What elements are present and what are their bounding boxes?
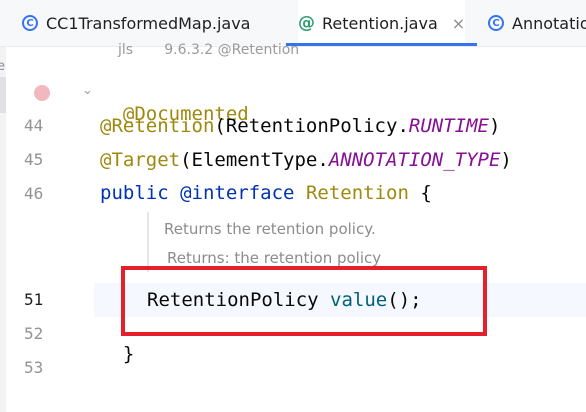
fold-chevron-icon[interactable]: ⌄ <box>82 83 93 98</box>
code-line-44[interactable]: @Retention(RetentionPolicy.RUNTIME) <box>100 115 500 137</box>
code-line-46[interactable]: public @interface Retention { <box>100 182 432 204</box>
keyword-token: public <box>100 182 169 204</box>
type-token: ElementType <box>191 149 318 171</box>
line-number-current: 51 <box>24 290 44 309</box>
class-icon: C <box>488 15 504 31</box>
tab-label: CC1TransformedMap.java <box>46 13 251 33</box>
class-icon: C <box>22 15 38 31</box>
paren-token: ( <box>180 149 192 171</box>
line-number: 46 <box>24 184 44 203</box>
paren-token: ( <box>214 115 226 137</box>
paren-token: ) <box>500 149 512 171</box>
javadoc-line: Returns the retention policy. <box>164 220 376 238</box>
annotation-token: @Retention <box>100 115 215 137</box>
line-number: 52 <box>24 324 44 343</box>
type-token: RetentionPolicy <box>225 115 398 137</box>
constant-token: RUNTIME <box>408 115 489 137</box>
brace-token: { <box>420 182 432 204</box>
type-name-token: Retention <box>305 182 409 204</box>
annotation-icon: @ <box>298 12 315 33</box>
keyword-token: @interface <box>180 182 295 204</box>
breakpoint-icon[interactable] <box>34 85 50 101</box>
tab-label: Annotatio <box>512 13 586 33</box>
tab-retention[interactable]: @ Retention.java × <box>285 0 478 46</box>
editor-gutter[interactable]: ⌄ 44 45 46 51 52 53 <box>6 47 94 412</box>
code-line-45[interactable]: @Target(ElementType.ANNOTATION_TYPE) <box>100 149 512 171</box>
dot-token: . <box>317 149 329 171</box>
tab-label: Retention.java <box>322 13 438 33</box>
rendered-javadoc[interactable]: Returns the retention policy. Returns: t… <box>147 212 569 272</box>
close-icon[interactable]: × <box>452 14 465 33</box>
annotation-token: @Target <box>100 149 181 171</box>
brace-token: } <box>122 343 135 365</box>
red-highlight-box <box>121 266 487 336</box>
editor-tab-bar: C CC1TransformedMap.java @ Retention.jav… <box>0 0 586 47</box>
tab-annotation[interactable]: C Annotatio <box>488 0 586 46</box>
panel-edge-text: e <box>0 59 5 74</box>
line-number: 45 <box>24 150 44 169</box>
javadoc-line: Returns: the retention policy <box>167 249 382 267</box>
dot-token: . <box>397 115 409 137</box>
tab-cc1transformedmap[interactable]: C CC1TransformedMap.java <box>22 0 250 46</box>
inlay-hint: jls 9.6.3.2 @Retention <box>118 42 300 58</box>
line-number: 53 <box>24 358 44 377</box>
line-number: 44 <box>24 116 44 135</box>
paren-token: ) <box>488 115 501 137</box>
constant-token: ANNOTATION_TYPE <box>328 149 501 171</box>
